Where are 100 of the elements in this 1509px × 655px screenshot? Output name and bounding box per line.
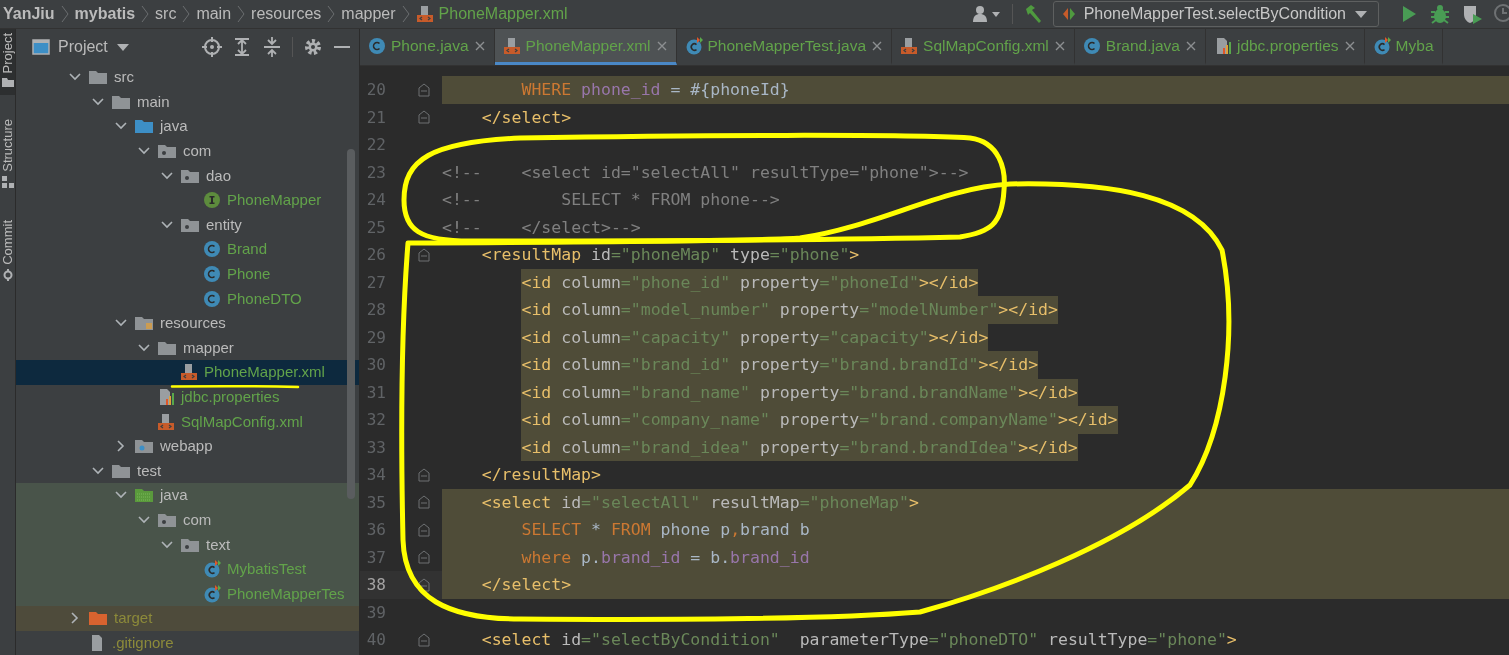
fold-marker-icon[interactable] [418,82,430,97]
breadcrumb-link[interactable]: PhoneMapper.xml [415,5,568,23]
fold-marker-icon[interactable] [418,467,430,482]
xml-file-icon [900,36,919,55]
tree-item[interactable]: PhoneMapperTes [16,581,359,607]
structure-icon [1,176,14,189]
breadcrumb-link[interactable]: src [155,5,177,23]
tree-item[interactable]: resources [16,310,359,336]
tree-item[interactable]: Brand [16,237,359,262]
tree-item[interactable]: PhoneMapper [16,187,359,213]
tool-window-tab[interactable]: Project [0,29,15,96]
close-icon[interactable] [655,39,668,52]
tool-window-tab[interactable]: Structure [0,115,15,197]
code-line: <!-- </select>--> [442,216,641,239]
line-number: 33 [365,437,386,457]
tree-item[interactable]: PhoneMapper.xml [16,360,359,385]
commit-icon [1,269,14,281]
tree-item[interactable]: PhoneDTO [16,286,359,311]
tree-item-label: PhoneMapperTes [227,585,345,602]
tree-item-label: test [137,462,162,479]
tree-item-label: MybatisTest [227,561,307,578]
tree-item[interactable]: src [16,65,359,90]
tree-item[interactable]: SqlMapConfig.xml [16,409,359,434]
code-line: <!-- <select id="selectAll" resultType="phone">--> [442,161,969,184]
test-class-icon [203,560,221,579]
fold-marker-icon[interactable] [418,110,430,125]
breadcrumb-link[interactable]: mybatis [74,5,136,23]
class-icon [368,36,386,55]
fold-marker-icon[interactable] [418,247,430,262]
caret-icon[interactable] [115,42,130,52]
close-icon[interactable] [871,39,884,52]
tree-item[interactable]: com [16,138,359,164]
properties-file-icon [157,388,175,406]
fold-marker-icon[interactable] [418,522,430,537]
tree-item-label: resources [160,315,226,332]
tree-item[interactable]: dao [16,163,359,188]
breadcrumb-separator-icon [182,4,191,24]
editor-tab[interactable]: PhoneMapperTest.java [676,29,893,65]
tree-item[interactable]: jdbc.properties [16,384,359,410]
test-class-icon [684,36,703,55]
editor-tab[interactable]: Myba [1364,29,1443,65]
fold-marker-icon[interactable] [418,495,430,510]
collapse-all-icon[interactable] [262,37,282,57]
breadcrumb-link[interactable]: mapper [341,5,396,23]
code-line: <select id="selectByCondition" parameterType="phoneDTO" resultType="phone"> [480,629,1237,651]
class-icon [203,240,221,259]
line-number: 31 [365,382,386,402]
tree-item[interactable]: java [16,114,359,139]
locate-icon[interactable] [202,37,222,57]
xml-file-icon [502,36,521,55]
panel-title[interactable]: Project [58,38,108,56]
tree-item[interactable]: Phone [16,261,359,287]
close-icon[interactable] [473,39,486,52]
tree-item[interactable]: webapp [16,433,359,459]
tree-item[interactable]: .gitignore [16,630,359,655]
close-icon[interactable] [1053,39,1066,52]
tree-item[interactable]: mapper [16,335,359,361]
close-icon[interactable] [1343,39,1356,52]
expand-all-icon[interactable] [232,37,252,57]
test-class-icon [1372,36,1391,55]
tree-item[interactable]: entity [16,212,359,238]
editor-tab[interactable]: PhoneMapper.xml [494,29,677,65]
fold-marker-icon[interactable] [418,550,430,565]
editor-tab[interactable]: SqlMapConfig.xml [892,29,1075,65]
tree-item-label: com [183,143,212,160]
editor-tab[interactable]: Phone.java [360,29,495,65]
folder-icon [111,462,131,479]
tree-item-label: jdbc.properties [181,389,280,405]
tree-item[interactable]: test [16,458,359,484]
code-line: SELECT * FROM phone p,brand b [520,519,810,541]
fold-marker-icon[interactable] [418,632,430,647]
fold-marker-icon[interactable] [418,577,430,592]
line-number: 37 [365,547,386,567]
tree-item-label: dao [206,167,232,184]
tree-item[interactable]: main [16,89,359,115]
tree-item-label: PhoneDTO [227,290,302,307]
package-folder-icon [157,143,177,160]
coverage-icon[interactable] [1461,3,1483,25]
tree-item[interactable]: java [16,483,359,508]
tree-item-label: PhoneMapper [227,192,322,209]
editor-tab[interactable]: jdbc.properties [1205,29,1365,65]
line-number: 40 [365,630,386,650]
tool-window-tab[interactable]: Commit [0,216,15,289]
tree-item[interactable]: text [16,532,359,557]
breadcrumb-link[interactable]: resources [251,5,322,23]
tree-item[interactable]: com [16,507,359,533]
user-icon[interactable] [971,5,1002,23]
package-folder-icon [180,216,200,233]
close-icon[interactable] [1184,39,1197,52]
profiler-icon[interactable] [1493,3,1509,25]
debug-icon[interactable] [1429,3,1451,25]
settings-icon[interactable] [303,37,323,57]
editor-tab[interactable]: Brand.java [1074,29,1206,65]
breadcrumb-link[interactable]: main [196,5,232,23]
scrollbar-thumb[interactable] [347,149,355,499]
tree-item-label: com [183,512,212,528]
run-configuration-dropdown[interactable]: PhoneMapperTest.selectByCondition [1052,1,1379,27]
tree-item[interactable]: MybatisTest [16,556,359,582]
breadcrumb-link[interactable]: YanJiu [3,5,55,23]
web-folder-icon [134,438,154,455]
